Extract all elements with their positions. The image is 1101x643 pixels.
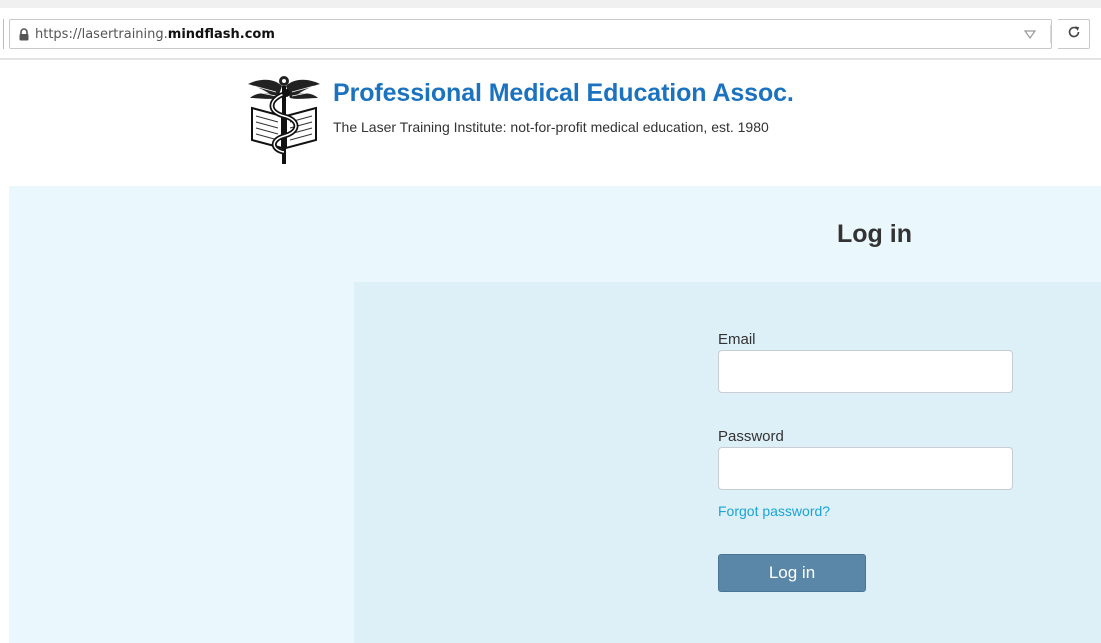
url-divider [1050, 25, 1051, 43]
toolbar-edge [0, 19, 4, 49]
caduceus-logo [246, 72, 322, 164]
password-label: Password [718, 428, 784, 445]
org-subtitle: The Laser Training Institute: not-for-pr… [333, 119, 769, 135]
password-field[interactable] [718, 447, 1013, 490]
toolbar-border [0, 58, 1101, 60]
dropdown-arrow-icon[interactable] [1023, 27, 1037, 41]
reload-icon [1067, 25, 1081, 44]
lock-icon [13, 20, 35, 48]
org-title: Professional Medical Education Assoc. [333, 79, 794, 107]
browser-toolbar [0, 0, 1101, 8]
address-bar[interactable]: https://lasertraining.mindflash.com [9, 19, 1052, 49]
url-domain: mindflash.com [167, 26, 275, 42]
email-label: Email [718, 331, 756, 348]
login-heading: Log in [837, 220, 912, 248]
login-button[interactable]: Log in [718, 554, 866, 592]
email-field[interactable] [718, 350, 1013, 393]
forgot-password-link[interactable]: Forgot password? [718, 503, 830, 519]
url-prefix: https://lasertraining. [35, 26, 168, 42]
url-text[interactable]: https://lasertraining.mindflash.com [35, 27, 275, 42]
reload-button[interactable] [1058, 19, 1090, 49]
